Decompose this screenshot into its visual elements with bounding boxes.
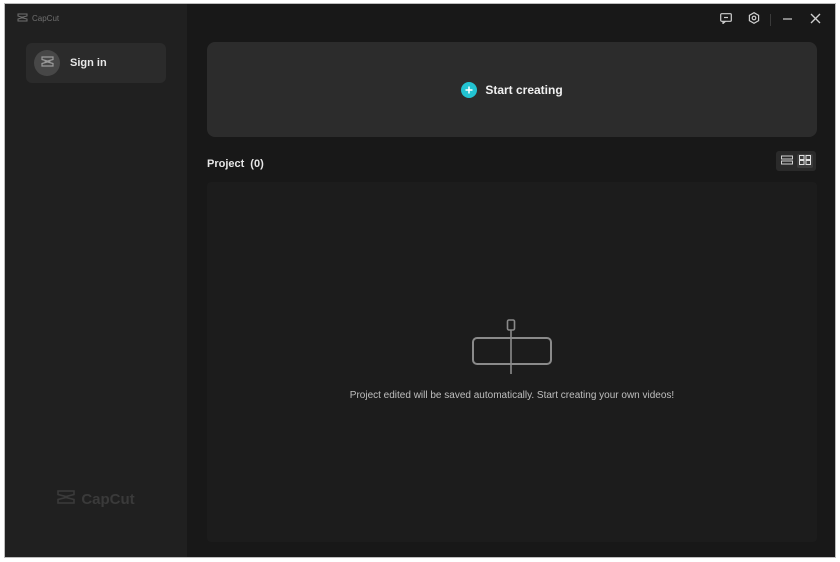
empty-state-message: Project edited will be saved automatical… — [349, 390, 675, 401]
close-icon — [810, 11, 821, 29]
sign-in-label: Sign in — [70, 57, 107, 69]
empty-timeline-icon — [469, 318, 555, 383]
start-creating-button[interactable]: Start creating — [207, 42, 817, 137]
minimize-icon — [782, 11, 793, 29]
watermark-label: CapCut — [81, 490, 135, 508]
app-title: CapCut — [17, 13, 59, 24]
start-creating-label: Start creating — [485, 82, 563, 97]
project-count: (0) — [250, 158, 264, 170]
grid-view-icon — [799, 152, 811, 170]
list-view-icon — [781, 152, 793, 170]
feedback-button[interactable] — [712, 10, 740, 30]
avatar — [34, 50, 60, 76]
sign-in-button[interactable]: Sign in — [26, 43, 166, 83]
feedback-icon — [720, 11, 732, 29]
sidebar: CapCut Sign in CapCut — [5, 4, 187, 557]
plus-icon — [461, 81, 478, 98]
start-creating-content: Start creating — [461, 81, 563, 98]
project-list: Project edited will be saved automatical… — [207, 182, 817, 542]
capcut-watermark-icon — [57, 490, 76, 508]
settings-button[interactable] — [740, 10, 768, 30]
app-window: CapCut Sign in CapCut Start creating Pro… — [4, 3, 836, 558]
close-button[interactable] — [801, 10, 829, 30]
capcut-logo-icon — [17, 13, 28, 24]
view-toggle — [776, 151, 816, 171]
project-header: Project (0) — [207, 158, 264, 170]
controls-divider — [770, 14, 771, 26]
window-controls — [712, 10, 829, 30]
project-title: Project — [207, 158, 245, 170]
capcut-watermark: CapCut — [5, 464, 187, 534]
list-view-button[interactable] — [779, 154, 795, 168]
app-title-label: CapCut — [32, 14, 60, 23]
grid-view-button[interactable] — [797, 154, 813, 168]
capcut-avatar-icon — [40, 54, 54, 72]
settings-icon — [748, 11, 760, 29]
minimize-button[interactable] — [773, 10, 801, 30]
